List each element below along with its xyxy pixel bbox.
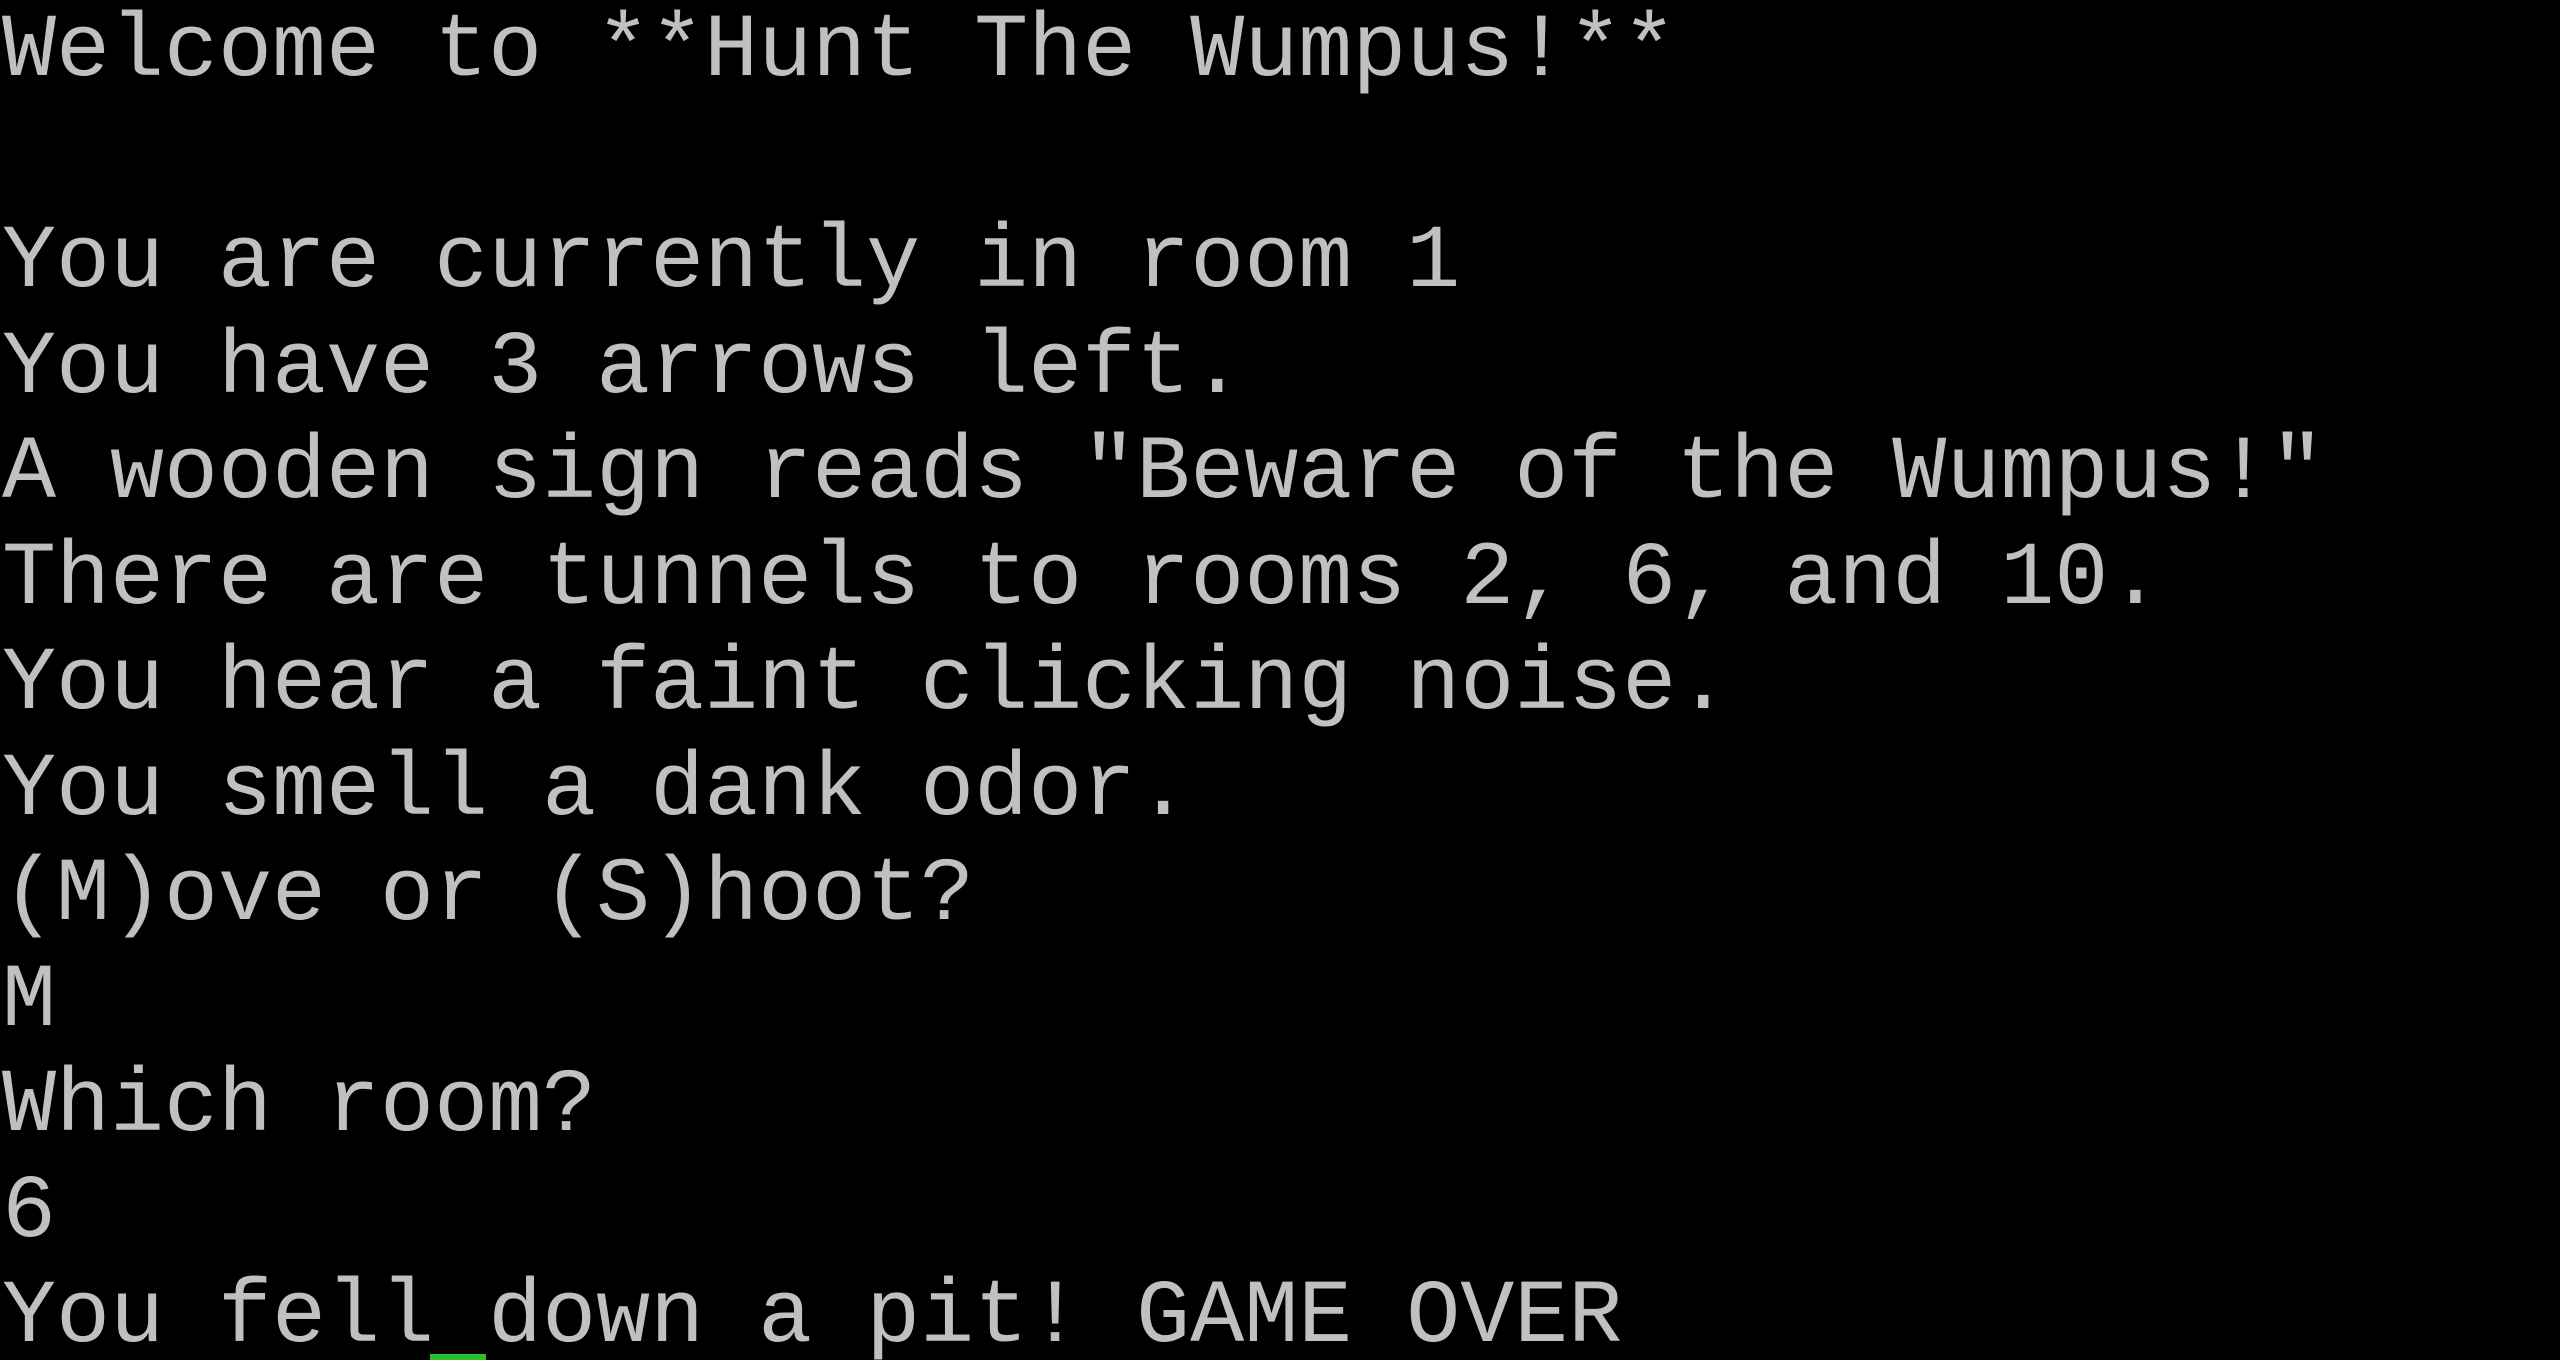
arrows-left-line: You have 3 arrows left.	[2, 317, 1245, 420]
user-input-move: M	[2, 950, 57, 1053]
user-input-room: 6	[2, 1161, 57, 1264]
sign-line: A wooden sign reads "Beware of the Wumpu…	[2, 423, 2325, 525]
terminal-window[interactable]: Welcome to **Hunt The Wumpus!** You are …	[0, 0, 2560, 1360]
welcome-line: Welcome to **Hunt The Wumpus!**	[2, 1, 1677, 103]
which-room-prompt: Which room?	[2, 1056, 597, 1158]
dank-odor-line: You smell a dank odor.	[2, 739, 1191, 842]
terminal-output: Welcome to **Hunt The Wumpus!** You are …	[2, 0, 2324, 1360]
text-cursor	[430, 1354, 486, 1360]
current-room-line: You are currently in room 1	[2, 212, 1461, 314]
clicking-noise-line: You hear a faint clicking noise.	[2, 634, 1731, 736]
move-or-shoot-prompt: (M)ove or (S)hoot?	[2, 845, 975, 947]
game-over-line: You fell down a pit! GAME OVER	[2, 1267, 1623, 1360]
tunnels-line: There are tunnels to rooms 2, 6, and 10.	[2, 528, 2163, 631]
